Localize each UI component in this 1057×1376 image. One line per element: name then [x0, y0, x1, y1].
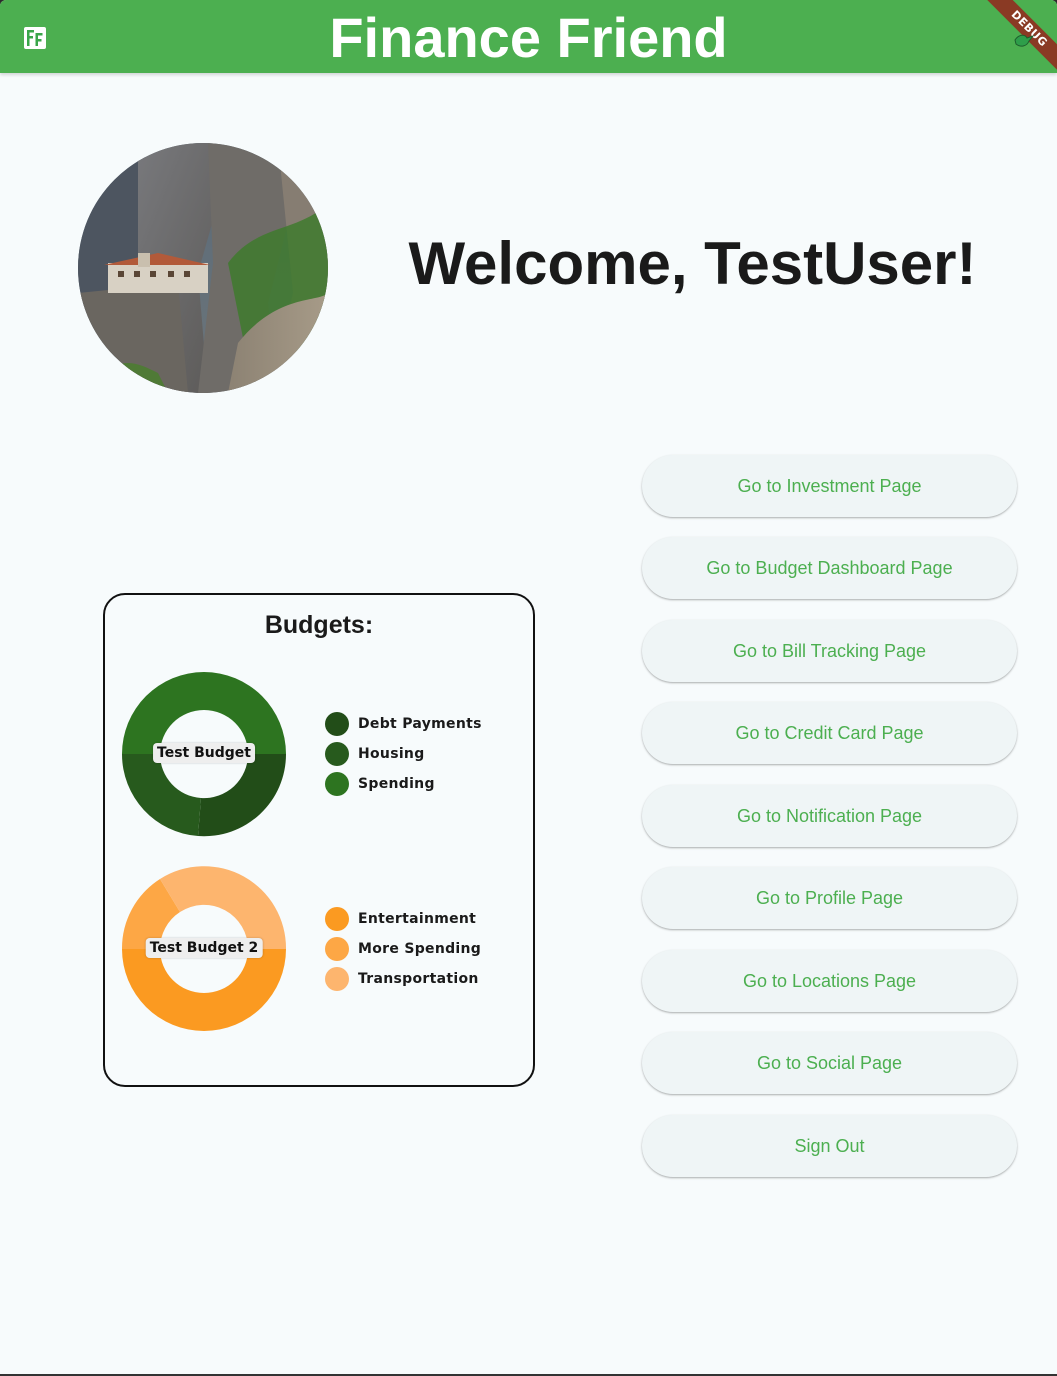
legend-dot [325, 742, 349, 766]
app-window: Finance Friend DEBUG Welcome, TestUser! … [0, 0, 1057, 1376]
legend-dot [325, 772, 349, 796]
go-to-profile-button[interactable]: Go to Profile Page [642, 867, 1017, 929]
legend-dot [325, 937, 349, 961]
go-to-investment-button[interactable]: Go to Investment Page [642, 455, 1017, 517]
legend-label: More Spending [358, 941, 482, 957]
legend-item: Debt Payments [325, 709, 482, 739]
donut-center-label: Test Budget 2 [145, 938, 263, 958]
app-bar: Finance Friend DEBUG [0, 0, 1057, 73]
go-to-locations-button[interactable]: Go to Locations Page [642, 950, 1017, 1012]
sign-out-button[interactable]: Sign Out [642, 1115, 1017, 1177]
legend-item: Spending [325, 769, 482, 799]
budgets-card: Budgets: Test Budget Debt Payments Housi… [103, 593, 535, 1087]
legend-item: Entertainment [325, 904, 481, 934]
app-title: Finance Friend [329, 6, 728, 69]
legend-label: Debt Payments [358, 716, 482, 732]
donut-center-label: Test Budget [153, 743, 255, 763]
go-to-social-button[interactable]: Go to Social Page [642, 1032, 1017, 1094]
legend-label: Housing [358, 746, 425, 762]
legend-item: Transportation [325, 964, 481, 994]
profile-avatar [78, 143, 328, 393]
go-to-credit-card-button[interactable]: Go to Credit Card Page [642, 702, 1017, 764]
go-to-notification-button[interactable]: Go to Notification Page [642, 785, 1017, 847]
budget-donut-chart[interactable]: Test Budget 2 [121, 866, 287, 1032]
budget-legend: Entertainment More Spending Transportati… [325, 904, 481, 994]
legend-item: Housing [325, 739, 482, 769]
budgets-title: Budgets: [264, 611, 374, 639]
legend-label: Transportation [358, 971, 479, 987]
welcome-heading: Welcome, TestUser! [408, 230, 977, 297]
go-to-budget-dashboard-button[interactable]: Go to Budget Dashboard Page [642, 537, 1017, 599]
legend-item: More Spending [325, 934, 481, 964]
legend-label: Entertainment [358, 911, 477, 927]
legend-dot [325, 907, 349, 931]
go-to-bill-tracking-button[interactable]: Go to Bill Tracking Page [642, 620, 1017, 682]
budget-donut-chart[interactable]: Test Budget [121, 671, 287, 837]
bird-icon [1014, 34, 1035, 47]
legend-dot [325, 712, 349, 736]
budget-legend: Debt Payments Housing Spending [325, 709, 482, 799]
legend-dot [325, 967, 349, 991]
legend-label: Spending [358, 776, 435, 792]
debug-ribbon: DEBUG [977, 0, 1057, 80]
